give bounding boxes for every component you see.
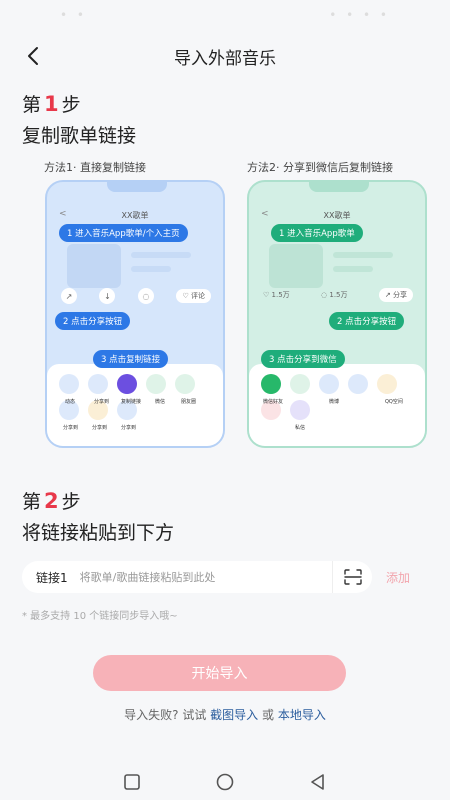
status-right: • • • • xyxy=(329,8,390,22)
share-sheet: 动态 分享到 复制链接 微信 朋友圈 分享到 分享到 分享到 xyxy=(47,364,223,446)
fallback-options: 导入失败? 试试 截图导入 或 本地导入 xyxy=(0,706,450,723)
share-label: QQ空间 xyxy=(385,399,403,405)
share-sheet: 微信好友 微博 QQ空间 私信 xyxy=(249,364,425,446)
add-link-button[interactable]: 添加 xyxy=(386,569,410,586)
like-count: ♡ 1.5万 xyxy=(263,291,290,299)
back-icon[interactable] xyxy=(22,44,46,68)
share-label: 动态 xyxy=(65,399,76,405)
step-1-description: 复制歌单链接 xyxy=(22,125,137,147)
phone-title: XX歌单 xyxy=(323,211,351,220)
instruction-pill-1: 1 进入音乐App歌单/个入主页 xyxy=(59,224,188,242)
share-label: 私信 xyxy=(295,425,306,431)
scan-icon[interactable] xyxy=(332,561,372,593)
wechat-friend-icon xyxy=(261,374,281,394)
status-left: • • xyxy=(60,8,87,22)
method-2-illustration: < XX歌单 1 进入音乐App歌单 ♡ 1.5万 ◌ 1.5万 ↗ 分享 2 … xyxy=(247,180,427,448)
playlist-cover xyxy=(269,244,323,288)
link-input-row: 链接1 xyxy=(22,561,372,593)
link-input[interactable] xyxy=(79,570,332,584)
instruction-pill-3: 3 点击分享到微信 xyxy=(261,350,345,368)
share-label: 微博 xyxy=(329,399,340,405)
wechat-icon xyxy=(146,374,166,394)
comment-button: ♡ 评论 xyxy=(176,289,211,303)
step-2: 第2步 将链接粘贴到下方 xyxy=(22,487,174,545)
step-2-description: 将链接粘贴到下方 xyxy=(22,522,175,544)
share-target-icon xyxy=(59,374,79,394)
like-count-label: 1.5万 xyxy=(271,291,290,299)
playlist-cover xyxy=(67,244,121,288)
instruction-pill-1: 1 进入音乐App歌单 xyxy=(271,224,363,242)
share-label: 分享到 xyxy=(94,399,110,405)
step-1-heading: 第1步 xyxy=(22,90,136,117)
share-label: 朋友圈 xyxy=(181,399,197,405)
screenshot-import-link[interactable]: 截图导入 xyxy=(210,708,258,722)
instruction-pill-3: 3 点击复制链接 xyxy=(93,350,169,368)
page-title: 导入外部音乐 xyxy=(174,48,276,69)
step-1: 第1步 复制歌单链接 xyxy=(22,90,136,148)
action-row: ↗ ↓ ◌ ♡ 评论 xyxy=(61,288,211,304)
link-limit-hint: * 最多支持 10 个链接同步导入哦~ xyxy=(22,611,178,622)
share-label: 复制链接 xyxy=(121,399,142,405)
comment-count: ◌ 1.5万 xyxy=(321,291,348,299)
share-grid xyxy=(261,374,413,420)
link-input-label: 链接1 xyxy=(36,570,68,585)
moments-icon xyxy=(175,374,195,394)
share-label: 分享到 xyxy=(121,425,137,431)
share-grid xyxy=(59,374,211,420)
message-icon xyxy=(290,400,310,420)
home-icon[interactable] xyxy=(215,772,235,792)
download-icon: ↓ xyxy=(99,288,116,304)
method-2-label: 方法2· 分享到微信后复制链接 xyxy=(247,161,393,174)
share-icon: ↗ xyxy=(61,288,77,304)
phone-notch xyxy=(309,182,369,192)
qzone-icon xyxy=(377,374,397,394)
step-prefix: 第 xyxy=(22,491,42,513)
step-2-heading: 第2步 xyxy=(22,487,174,514)
local-import-link[interactable]: 本地导入 xyxy=(278,708,326,722)
share-label: 微信好友 xyxy=(263,399,284,405)
system-nav-bar xyxy=(0,764,450,800)
comment-count-label: 1.5万 xyxy=(329,291,348,299)
share-button: ↗ 分享 xyxy=(378,288,413,302)
recent-apps-icon[interactable] xyxy=(123,773,141,791)
step-number: 1 xyxy=(44,92,59,116)
copy-link-icon xyxy=(117,374,137,394)
nav-back-icon[interactable] xyxy=(309,773,327,791)
status-bar: • • • • • • xyxy=(0,0,450,30)
step-suffix: 步 xyxy=(61,94,81,116)
method-1-label: 方法1· 直接复制链接 xyxy=(44,161,146,174)
step-suffix: 步 xyxy=(61,491,81,513)
header: 导入外部音乐 xyxy=(0,34,450,78)
phone-notch xyxy=(107,182,167,192)
fallback-or: 或 xyxy=(262,708,275,722)
share-label: 微信 xyxy=(155,399,166,405)
comment-label: 评论 xyxy=(190,292,205,300)
weibo-icon xyxy=(319,374,339,394)
fallback-prefix: 导入失败? 试试 xyxy=(124,708,207,722)
method-1-illustration: < XX歌单 1 进入音乐App歌单/个入主页 ↗ ↓ ◌ ♡ 评论 2 点击分… xyxy=(45,180,225,448)
instruction-pill-2: 2 点击分享按钮 xyxy=(329,312,405,330)
share-label: 分享到 xyxy=(63,425,79,431)
share-target-icon xyxy=(88,374,108,394)
share-target-icon xyxy=(348,374,368,394)
share-target-icon xyxy=(290,374,310,394)
start-import-button[interactable]: 开始导入 xyxy=(93,655,346,691)
step-prefix: 第 xyxy=(22,94,42,116)
placeholder-lines xyxy=(333,252,393,280)
instruction-pill-2: 2 点击分享按钮 xyxy=(55,312,131,330)
step-number: 2 xyxy=(44,489,59,513)
comment-icon: ◌ xyxy=(137,288,154,304)
phone-title: XX歌单 xyxy=(121,211,149,220)
share-button-label: 分享 xyxy=(392,291,407,299)
placeholder-lines xyxy=(131,252,191,280)
share-label: 分享到 xyxy=(92,425,108,431)
action-row: ♡ 1.5万 ◌ 1.5万 ↗ 分享 xyxy=(263,288,413,302)
